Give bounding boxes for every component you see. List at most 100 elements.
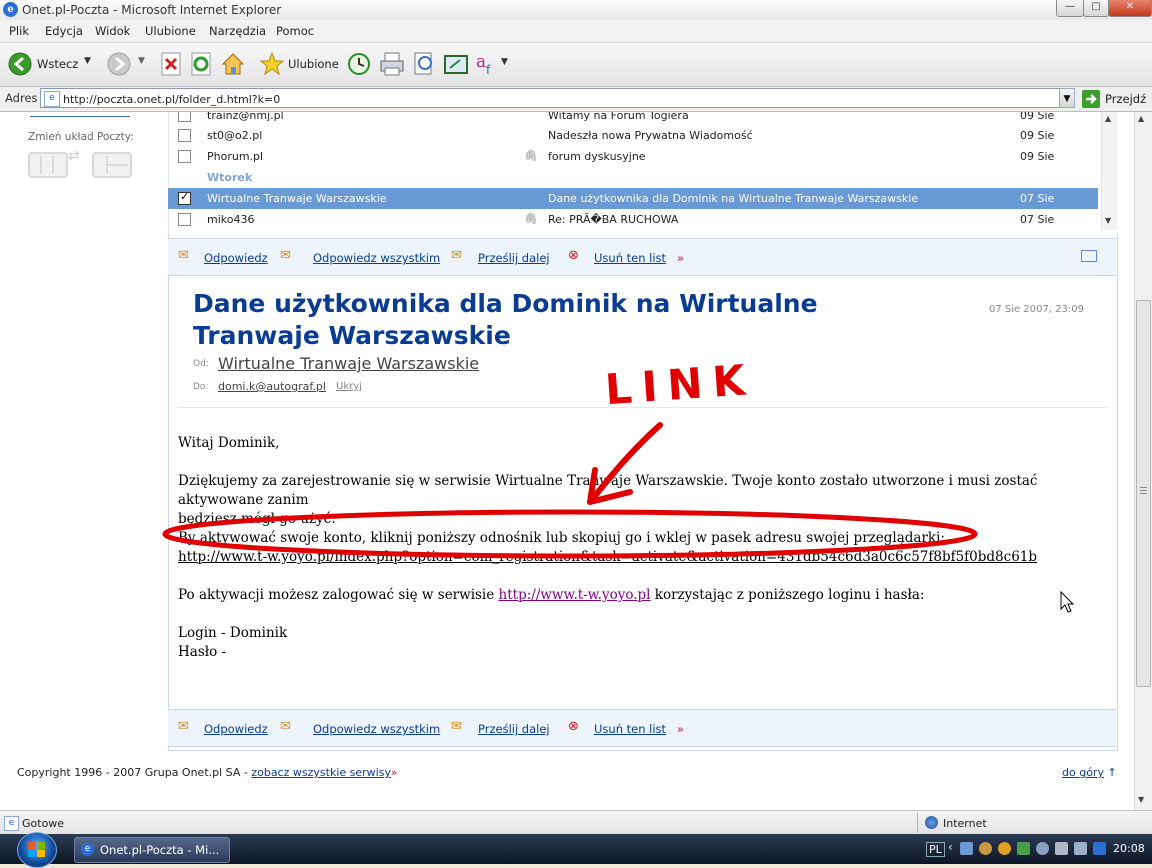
tray-app-icon[interactable] xyxy=(979,842,992,855)
reply-all-link[interactable]: Odpowiedz wszystkim xyxy=(313,722,440,736)
ie-task-icon: e xyxy=(81,843,94,856)
menu-file[interactable]: Plik xyxy=(9,24,29,38)
clock[interactable]: 20:08 xyxy=(1113,842,1145,855)
tray-expand-icon[interactable]: ‹ xyxy=(948,840,953,854)
tray-sun-icon[interactable] xyxy=(998,842,1011,855)
status-text: Gotowe xyxy=(22,817,65,830)
back-button[interactable]: Wstecz ▼ xyxy=(8,52,98,78)
more-actions-icon[interactable]: » xyxy=(677,722,684,736)
close-button[interactable]: ✕ xyxy=(1108,0,1152,17)
mail-date: 07 Sie xyxy=(1020,213,1055,226)
all-services-link[interactable]: zobacz wszystkie serwisy xyxy=(251,766,390,779)
home-icon[interactable] xyxy=(220,51,246,77)
start-button[interactable] xyxy=(17,832,57,868)
mail-checkbox-checked[interactable]: ✓ xyxy=(178,190,191,205)
tray-device-icon[interactable] xyxy=(1055,842,1068,855)
delete-icon: ⊗ xyxy=(568,719,579,734)
mail-date: 09 Sie xyxy=(1020,129,1055,142)
mail-checkbox[interactable] xyxy=(178,213,191,226)
favorites-star-icon[interactable] xyxy=(259,51,285,77)
mail-row[interactable]: miko436 🖇 Re: PRÃ�BA RUCHOWA 07 Sie xyxy=(168,209,1098,230)
address-dropdown-button[interactable]: ▼ xyxy=(1059,88,1075,108)
annotation-circle xyxy=(162,509,978,559)
delete-link[interactable]: Usuń ten list xyxy=(594,251,666,265)
reply-all-icon: ✉ xyxy=(280,248,291,263)
message-subject-line1: Dane użytkownika dla Dominik na Wirtualn… xyxy=(193,289,818,318)
stop-icon[interactable] xyxy=(160,52,182,76)
messenger-icon[interactable] xyxy=(443,52,469,76)
back-dropdown-icon[interactable]: ▼ xyxy=(84,56,91,66)
address-input[interactable] xyxy=(40,88,1075,108)
mail-checkbox[interactable] xyxy=(178,112,191,122)
reply-all-link[interactable]: Odpowiedz wszystkim xyxy=(313,251,440,265)
popout-icon[interactable] xyxy=(1081,250,1097,262)
forward-arrow-icon[interactable] xyxy=(107,52,131,76)
delete-icon: ⊗ xyxy=(568,248,579,263)
back-to-top[interactable]: do góry ↑ xyxy=(1062,766,1117,779)
back-to-top-link[interactable]: do góry xyxy=(1062,766,1104,779)
menu-edit[interactable]: Edycja xyxy=(45,24,83,38)
scroll-up-icon[interactable]: ▲ xyxy=(1105,114,1111,123)
mail-date: 09 Sie xyxy=(1020,112,1055,122)
menu-favorites[interactable]: Ulubione xyxy=(145,24,196,38)
address-label: Adres xyxy=(5,91,38,105)
language-indicator[interactable]: PL xyxy=(926,842,945,857)
taskbar-ie-task[interactable]: e Onet.pl-Poczta - Mi... xyxy=(74,837,230,863)
mail-subject: forum dyskusyjne xyxy=(548,150,646,163)
mail-list-scrollbar[interactable]: ▲ ▼ xyxy=(1101,112,1117,230)
reply-icon: ✉ xyxy=(178,719,189,734)
page-scrollbar-thumb[interactable] xyxy=(1136,300,1151,687)
print-icon[interactable] xyxy=(379,51,405,77)
scroll-down-icon[interactable]: ▼ xyxy=(1105,216,1111,225)
more-actions-icon[interactable]: » xyxy=(677,251,684,265)
favorites-label[interactable]: Ulubione xyxy=(288,57,339,71)
scroll-up-icon[interactable]: ▲ xyxy=(1138,114,1144,123)
mail-row[interactable]: Phorum.pl 🖇 forum dyskusyjne 09 Sie xyxy=(168,146,1098,167)
annotation-text: LINK xyxy=(603,354,757,415)
layout-label: Zmień układ Poczty: xyxy=(28,131,134,143)
mail-subject: Dane użytkownika dla Dominik na Wirtualn… xyxy=(548,192,919,205)
tray-gear-icon[interactable] xyxy=(1036,842,1049,855)
mail-row[interactable]: trainz@nmj.pl Witamy na Forum Togiera 09… xyxy=(168,112,1098,126)
mail-date: 09 Sie xyxy=(1020,150,1055,163)
mail-sender: trainz@nmj.pl xyxy=(207,112,284,122)
translate-icon[interactable]: a f xyxy=(474,50,500,78)
tray-volume-icon[interactable] xyxy=(1093,842,1106,855)
forward-dropdown-icon[interactable]: ▼ xyxy=(138,56,145,66)
scroll-down-icon[interactable]: ▼ xyxy=(1138,795,1144,804)
edit-page-icon[interactable] xyxy=(412,51,436,77)
go-button[interactable]: Przejdź xyxy=(1080,88,1150,109)
page-status-icon: e xyxy=(4,816,19,831)
mail-row-selected[interactable]: ✓ Wirtualne Tranwaje Warszawskie Dane uż… xyxy=(168,188,1098,209)
title-bar: e Onet.pl-Poczta - Microsoft Internet Ex… xyxy=(0,0,1152,21)
reply-link[interactable]: Odpowiedz xyxy=(204,722,268,736)
delete-link[interactable]: Usuń ten list xyxy=(594,722,666,736)
site-link[interactable]: http://www.t-w.yoyo.pl xyxy=(499,587,651,603)
maximize-button[interactable]: □ xyxy=(1083,0,1109,17)
page-icon: e xyxy=(44,91,60,107)
mail-sender: miko436 xyxy=(207,213,255,226)
menu-tools[interactable]: Narzędzia xyxy=(209,24,266,38)
minimize-button[interactable]: — xyxy=(1056,0,1084,17)
tray-security-icon[interactable] xyxy=(1017,842,1030,855)
translate-dropdown-icon[interactable]: ▼ xyxy=(501,57,508,67)
history-icon[interactable] xyxy=(346,52,372,76)
menu-help[interactable]: Pomoc xyxy=(276,24,314,38)
tray-display-icon[interactable] xyxy=(1074,842,1087,855)
forward-link[interactable]: Prześlij dalej xyxy=(478,251,550,265)
menu-bar: Plik Edycja Widok Ulubione Narzędzia Pom… xyxy=(0,20,1152,43)
mail-row[interactable]: st0@o2.pl Nadeszła nowa Prywatna Wiadomo… xyxy=(168,125,1098,146)
copyright-text: Copyright 1996 - 2007 Grupa Onet.pl SA - xyxy=(17,766,252,779)
refresh-icon[interactable] xyxy=(190,52,212,76)
address-bar: Adres e ▼ Przejdź xyxy=(0,87,1152,112)
mail-checkbox[interactable] xyxy=(178,129,191,142)
menu-view[interactable]: Widok xyxy=(95,24,130,38)
layout-toggle[interactable]: ⇄ xyxy=(28,148,132,178)
body-line: Po aktywacji możesz zalogować się w serw… xyxy=(178,586,1078,605)
mail-subject: Nadeszła nowa Prywatna Wiadomość xyxy=(548,129,753,142)
tray-network-icon[interactable] xyxy=(960,842,973,855)
go-arrow-icon xyxy=(1082,90,1100,108)
mail-checkbox[interactable] xyxy=(178,150,191,163)
reply-link[interactable]: Odpowiedz xyxy=(204,251,268,265)
forward-link[interactable]: Prześlij dalej xyxy=(478,722,550,736)
